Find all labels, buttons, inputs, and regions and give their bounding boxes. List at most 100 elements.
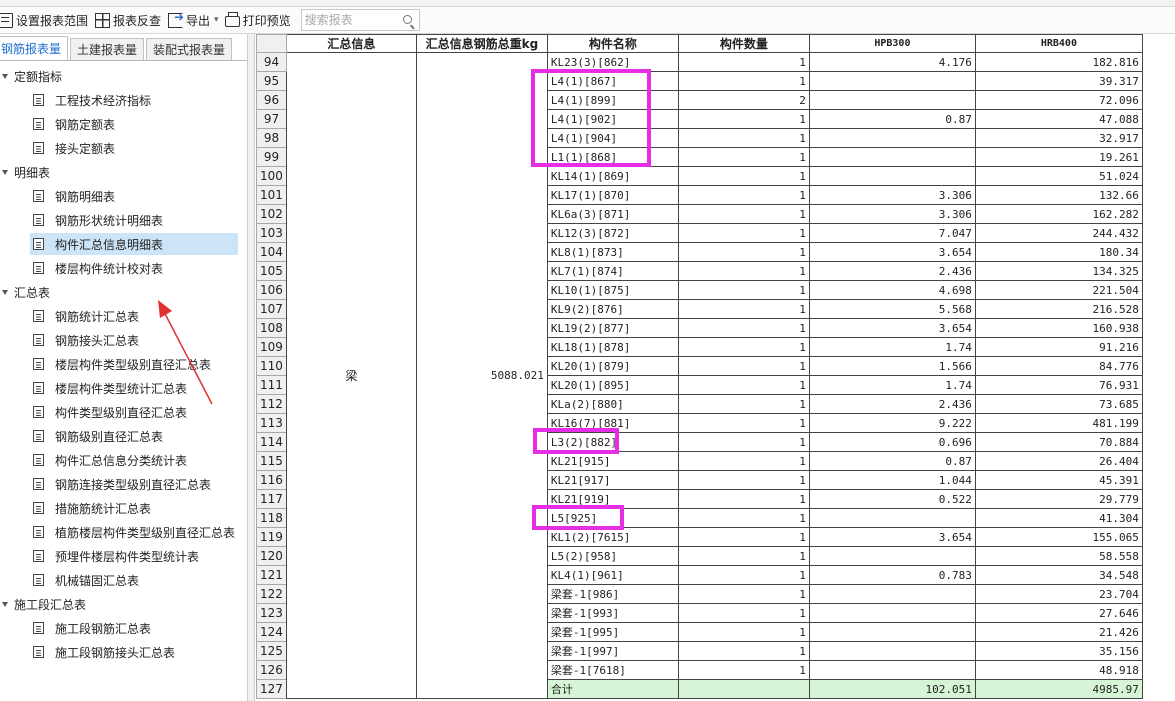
hpb300-cell[interactable]: 0.87 [808, 451, 976, 471]
hpb300-cell[interactable]: 7.047 [808, 223, 976, 243]
component-name-cell[interactable]: KL7(1)[874] [546, 261, 679, 281]
hpb300-cell[interactable] [808, 641, 976, 661]
component-name-cell[interactable]: KL19(2)[877] [546, 318, 679, 338]
component-name-cell[interactable]: L3(2)[882] [546, 432, 679, 452]
component-count-cell[interactable]: 1 [677, 280, 810, 300]
tree-item[interactable]: 构件汇总信息分类统计表 [30, 449, 238, 471]
column-header[interactable]: HPB300 [808, 34, 976, 53]
hpb300-cell[interactable]: 4.176 [808, 52, 976, 72]
component-count-cell[interactable]: 1 [677, 603, 810, 623]
hrb400-cell[interactable]: 39.317 [974, 71, 1143, 91]
component-name-cell[interactable]: L4(1)[899] [546, 90, 679, 110]
component-count-cell[interactable]: 1 [677, 375, 810, 395]
hpb300-cell[interactable]: 1.044 [808, 470, 976, 490]
component-count-cell[interactable]: 1 [677, 527, 810, 547]
component-count-cell[interactable]: 1 [677, 109, 810, 129]
hrb400-cell[interactable]: 180.34 [974, 242, 1143, 262]
component-count-cell[interactable]: 1 [677, 394, 810, 414]
component-count-cell[interactable]: 1 [677, 242, 810, 262]
component-name-cell[interactable]: KL1(2)[7615] [546, 527, 679, 547]
table-row[interactable]: 94 梁 5088.021 KL23(3)[862] 1 4.176 182.816 [256, 52, 1143, 699]
component-name-cell[interactable]: 梁套-1[993] [546, 603, 679, 623]
component-name-cell[interactable]: KL4(1)[961] [546, 565, 679, 585]
component-name-cell[interactable]: KL6a(3)[871] [546, 204, 679, 224]
hpb300-cell[interactable] [808, 584, 976, 604]
component-name-cell[interactable]: L5[925] [546, 508, 679, 528]
component-name-cell[interactable]: L4(1)[904] [546, 128, 679, 148]
hpb300-cell[interactable]: 1.566 [808, 356, 976, 376]
hrb400-cell[interactable]: 244.432 [974, 223, 1143, 243]
hrb400-cell[interactable]: 26.404 [974, 451, 1143, 471]
component-count-cell[interactable]: 1 [677, 204, 810, 224]
tree-item[interactable]: 施工段钢筋汇总表 [30, 617, 238, 639]
summary-info-cell[interactable]: 梁 [285, 52, 417, 699]
component-count-cell[interactable]: 1 [677, 185, 810, 205]
component-count-cell[interactable]: 1 [677, 508, 810, 528]
hrb400-cell[interactable]: 132.66 [974, 185, 1143, 205]
hrb400-cell[interactable]: 481.199 [974, 413, 1143, 433]
tree-item[interactable]: 钢筋形状统计明细表 [30, 209, 238, 231]
search-input[interactable] [304, 11, 401, 29]
component-count-cell[interactable]: 1 [677, 432, 810, 452]
hrb400-cell[interactable]: 91.216 [974, 337, 1143, 357]
column-header[interactable]: HRB400 [974, 34, 1143, 53]
search-icon[interactable] [402, 15, 412, 24]
tab-civil-report[interactable]: 土建报表量 [70, 38, 145, 60]
hrb400-cell[interactable]: 73.685 [974, 394, 1143, 414]
component-name-cell[interactable]: 梁套-1[7618] [546, 660, 679, 680]
component-count-cell[interactable]: 1 [677, 565, 810, 585]
hrb400-cell[interactable]: 216.528 [974, 299, 1143, 319]
export-dropdown-chevron-icon[interactable]: ▾ [214, 15, 219, 25]
component-count-cell[interactable]: 1 [677, 451, 810, 471]
tree-item[interactable]: 植筋楼层构件类型级别直径汇总表 [30, 521, 238, 543]
component-name-cell[interactable]: L4(1)[867] [546, 71, 679, 91]
component-name-cell[interactable]: KL17(1)[870] [546, 185, 679, 205]
column-header[interactable]: 构件数量 [677, 34, 810, 53]
expand-arrow-icon[interactable] [2, 73, 8, 79]
tree-item[interactable]: 钢筋明细表 [30, 185, 238, 207]
component-name-cell[interactable]: L5(2)[958] [546, 546, 679, 566]
component-count-cell[interactable]: 1 [677, 356, 810, 376]
hpb300-cell[interactable]: 0.696 [808, 432, 976, 452]
component-count-cell[interactable]: 1 [677, 128, 810, 148]
hpb300-cell[interactable]: 3.306 [808, 204, 976, 224]
tree-item[interactable]: 接头定额表 [30, 137, 238, 159]
component-count-cell[interactable]: 1 [677, 660, 810, 680]
hpb300-cell[interactable]: 1.74 [808, 375, 976, 395]
hpb300-cell[interactable] [808, 622, 976, 642]
hrb400-cell[interactable]: 23.704 [974, 584, 1143, 604]
component-name-cell[interactable]: L1(1)[868] [546, 147, 679, 167]
component-name-cell[interactable]: L4(1)[902] [546, 109, 679, 129]
tree-item[interactable]: 钢筋定额表 [30, 113, 238, 135]
hpb300-cell[interactable] [808, 546, 976, 566]
component-name-cell[interactable]: KL20(1)[879] [546, 356, 679, 376]
column-header[interactable]: 构件名称 [546, 34, 679, 53]
component-count-cell[interactable]: 1 [677, 166, 810, 186]
tree-item[interactable]: 楼层构件统计校对表 [30, 257, 238, 279]
component-name-cell[interactable]: KL18(1)[878] [546, 337, 679, 357]
component-name-cell[interactable]: KL14(1)[869] [546, 166, 679, 186]
hrb400-cell[interactable]: 47.088 [974, 109, 1143, 129]
hpb300-cell[interactable]: 2.436 [808, 394, 976, 414]
component-name-cell[interactable]: KL9(2)[876] [546, 299, 679, 319]
tree-group[interactable]: 汇总表 [0, 281, 50, 303]
component-name-cell[interactable]: KL21[917] [546, 470, 679, 490]
panel-splitter[interactable] [247, 34, 255, 701]
hrb400-cell[interactable]: 51.024 [974, 166, 1143, 186]
component-count-cell[interactable]: 1 [677, 52, 810, 72]
hrb400-cell[interactable]: 58.558 [974, 546, 1143, 566]
hpb300-cell[interactable] [808, 508, 976, 528]
component-name-cell[interactable]: 梁套-1[995] [546, 622, 679, 642]
component-count-cell[interactable]: 1 [677, 147, 810, 167]
tree-item[interactable]: 钢筋级别直径汇总表 [30, 425, 238, 447]
column-header[interactable]: 汇总信息钢筋总重kg [415, 34, 548, 53]
component-count-cell[interactable]: 1 [677, 299, 810, 319]
tab-rebar-report[interactable]: 钢筋报表量 [0, 36, 69, 60]
component-name-cell[interactable]: KL16(7)[881] [546, 413, 679, 433]
hpb300-cell[interactable] [808, 128, 976, 148]
hpb300-cell[interactable] [808, 166, 976, 186]
expand-arrow-icon[interactable] [2, 169, 8, 175]
hpb300-cell[interactable] [808, 147, 976, 167]
hrb400-cell[interactable]: 34.548 [974, 565, 1143, 585]
hpb300-cell[interactable]: 9.222 [808, 413, 976, 433]
